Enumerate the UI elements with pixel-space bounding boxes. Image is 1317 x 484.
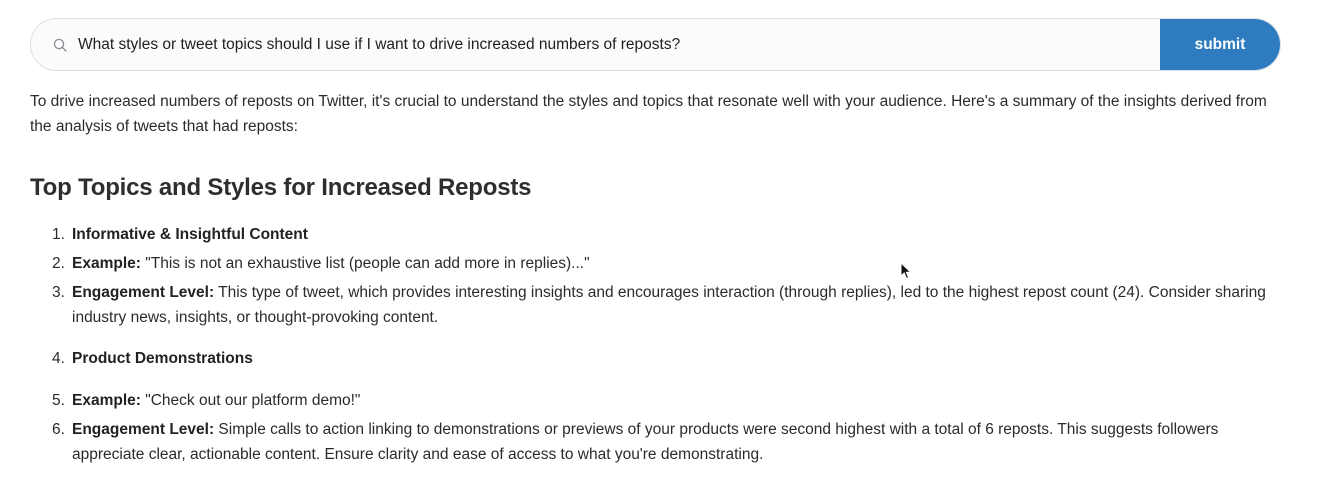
list-item-number: 1.	[52, 226, 65, 243]
search-input[interactable]	[78, 19, 1160, 70]
answer-heading: Top Topics and Styles for Increased Repo…	[30, 174, 532, 201]
answer-list: 1. Informative & Insightful Content 2. Exa…	[52, 222, 1282, 467]
search-bar: submit	[30, 18, 1281, 71]
list-item: 2. Example: "This is not an exhaustive li…	[52, 251, 1282, 276]
list-item-bold: Engagement Level:	[72, 284, 215, 301]
list-item-text: "Check out our platform demo!"	[140, 392, 361, 409]
list-item: 4. Product Demonstrations	[52, 346, 1282, 371]
list-item-number: 6.	[52, 421, 65, 438]
list-item-bold: Example:	[72, 392, 141, 409]
list-item: 6. Engagement Level: Simple calls to acti…	[52, 417, 1282, 467]
list-item-number: 4.	[52, 350, 65, 367]
list-item-bold: Engagement Level:	[72, 421, 215, 438]
list-item-text: Simple calls to action linking to demons…	[72, 421, 1219, 463]
search-icon	[53, 38, 67, 52]
list-item: 1. Informative & Insightful Content	[52, 222, 1282, 247]
mouse-cursor-icon	[900, 261, 912, 280]
list-item-bold: Informative & Insightful Content	[72, 226, 308, 243]
list-item-bold: Product Demonstrations	[72, 350, 253, 367]
list-item-bold: Example:	[72, 255, 141, 272]
list-item-number: 2.	[52, 255, 65, 272]
list-item-number: 3.	[52, 284, 65, 301]
list-item-text: "This is not an exhaustive list (people …	[140, 255, 590, 272]
list-item: 3. Engagement Level: This type of tweet, …	[52, 280, 1282, 330]
submit-button[interactable]: submit	[1160, 19, 1280, 70]
list-item-number: 5.	[52, 392, 65, 409]
list-item-text: This type of tweet, which provides inter…	[72, 284, 1266, 326]
list-item: 5. Example: "Check out our platform demo!…	[52, 388, 1282, 413]
answer-intro: To drive increased numbers of reposts on…	[30, 93, 1267, 135]
